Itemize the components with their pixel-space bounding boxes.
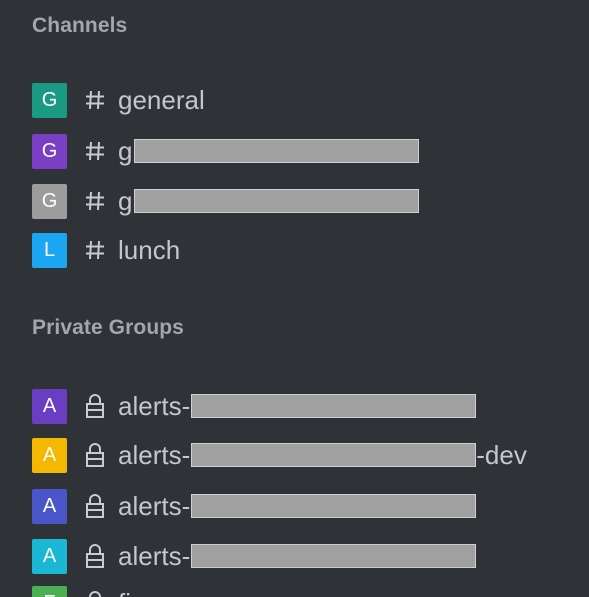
redaction-box <box>191 544 477 568</box>
channel-name: lunch <box>118 234 181 265</box>
group-avatar: A <box>32 488 67 524</box>
group-name-redacted: alerts- <box>118 490 477 522</box>
channel-avatar: L <box>32 232 67 268</box>
group-item-alerts-2[interactable]: A alerts- -dev <box>32 437 527 473</box>
channel-item-g-2[interactable]: G g <box>32 183 420 219</box>
hash-icon <box>81 190 109 212</box>
group-name: alerts- <box>118 540 191 571</box>
group-item-alerts-1[interactable]: A alerts- <box>32 388 477 424</box>
redaction-box <box>134 189 420 213</box>
redaction-box <box>191 494 477 518</box>
channel-avatar: G <box>32 133 67 169</box>
group-item-fi[interactable]: F fi <box>32 585 131 597</box>
group-name: alerts- <box>118 390 191 421</box>
channel-name-redacted: g <box>118 135 420 167</box>
group-name-redacted: alerts- <box>118 390 477 422</box>
group-avatar: A <box>32 538 67 574</box>
lock-icon <box>81 543 109 569</box>
group-name-suffix: -dev <box>476 439 527 470</box>
channel-item-lunch[interactable]: L lunch <box>32 232 180 268</box>
channel-name: g <box>118 185 133 216</box>
channel-name: general <box>118 84 205 115</box>
group-item-alerts-3[interactable]: A alerts- <box>32 488 477 524</box>
redaction-box <box>191 394 477 418</box>
hash-icon <box>81 89 109 111</box>
lock-icon <box>81 442 109 468</box>
lock-icon <box>81 493 109 519</box>
private-groups-section-title: Private Groups <box>32 316 184 339</box>
sidebar-channel-list: Channels G general G g G g L lunch Priva… <box>0 0 589 597</box>
hash-icon <box>81 140 109 162</box>
channel-item-g-1[interactable]: G g <box>32 133 420 169</box>
group-name: fi <box>118 588 131 597</box>
redaction-box <box>191 443 477 467</box>
channels-section-title: Channels <box>32 14 128 37</box>
channel-item-general[interactable]: G general <box>32 82 205 118</box>
group-avatar: F <box>32 585 67 597</box>
group-name-redacted: alerts- <box>118 540 477 572</box>
group-avatar: A <box>32 437 67 473</box>
lock-icon <box>81 590 109 597</box>
group-name: alerts- <box>118 439 191 470</box>
group-avatar: A <box>32 388 67 424</box>
channel-name: g <box>118 135 133 166</box>
lock-icon <box>81 393 109 419</box>
group-name: alerts- <box>118 490 191 521</box>
hash-icon <box>81 239 109 261</box>
channel-avatar: G <box>32 82 67 118</box>
redaction-box <box>134 139 420 163</box>
channel-avatar: G <box>32 183 67 219</box>
channel-name-redacted: g <box>118 185 420 217</box>
group-item-alerts-4[interactable]: A alerts- <box>32 538 477 574</box>
group-name-redacted: alerts- -dev <box>118 440 527 471</box>
